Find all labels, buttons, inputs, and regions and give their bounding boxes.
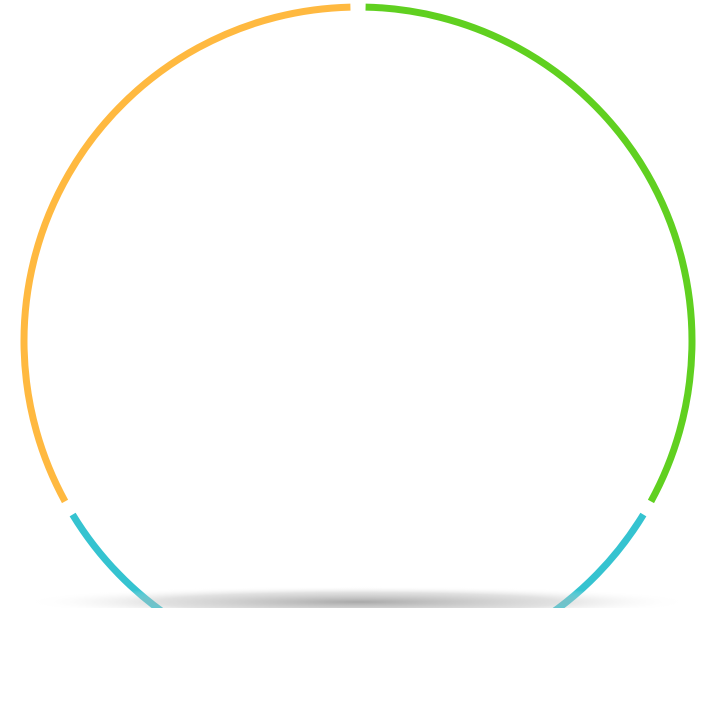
slices-layer bbox=[20, 3, 696, 679]
bottom-mask bbox=[0, 608, 716, 721]
ring-chart bbox=[0, 0, 716, 721]
ring-slice-3 bbox=[20, 3, 351, 504]
ring-chart-svg bbox=[0, 3, 716, 721]
ring-slice-1 bbox=[365, 3, 696, 504]
